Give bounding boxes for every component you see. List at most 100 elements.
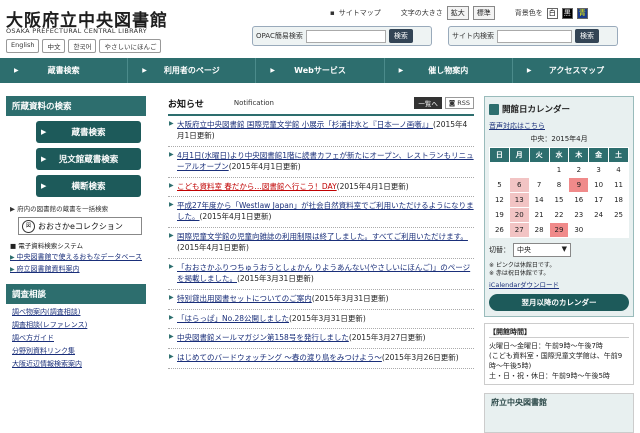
calendar-grid: 日 月 火 水 木 金 土 1 2 3 4 5 6 7 8 9 10 11 12… — [489, 147, 629, 238]
calendar-day: 30 — [568, 222, 590, 238]
lang-korean[interactable]: 한국어 — [68, 39, 97, 53]
calendar-day: 21 — [528, 207, 550, 223]
subject-links-link[interactable]: 分野別資料リンク集 — [12, 346, 146, 356]
calendar-day: 26 — [489, 222, 510, 238]
electronic-resources-label: ■ 電子資料検索システム — [10, 242, 84, 250]
cross-search-button[interactable]: ▶ 横断検索 — [36, 175, 141, 197]
calendar-library-select[interactable]: 中央 ▼ — [513, 243, 571, 257]
calendar-day: 25 — [608, 207, 629, 223]
news-link[interactable]: こども資料室 春だから…図書館へ行こう！DAY — [177, 182, 337, 191]
calendar-box: 開館日カレンダー 音声対応はこちら 中央：2015年4月 日 月 火 水 木 金… — [484, 96, 634, 317]
opening-hours-weekday: 火曜日～金曜日：午前9時～午後7時 — [489, 341, 603, 350]
database-link[interactable]: ▶ 中央図書館で使えるおもなデータベース — [10, 253, 146, 262]
news-date: (2015年4月1日更新) — [177, 243, 249, 252]
news-link[interactable]: 4月1日(水曜日)より中央図書館1階に読書カフェが新たにオープン、レストランもリ… — [177, 151, 474, 171]
audio-calendar-link[interactable]: 音声対応はこちら — [485, 121, 633, 131]
next-months-calendar-button[interactable]: 翌月以降のカレンダー — [489, 293, 629, 311]
news-link[interactable]: 中央図書館メールマガジン第158号を発行しました — [177, 333, 349, 342]
research-guide-link[interactable]: 調べ物案内(調査相談) — [12, 307, 146, 317]
library-banner[interactable]: 府立中央図書館 — [484, 393, 634, 433]
news-date: (2015年4月1日更新) — [199, 212, 272, 222]
bg-black-button[interactable]: 黒 — [561, 7, 573, 19]
chevron-right-icon: ▶ — [41, 182, 47, 190]
calendar-day: 8 — [548, 177, 570, 193]
reference-heading: 調査相談 — [6, 283, 146, 304]
right-sidebar: 開館日カレンダー 音声対応はこちら 中央：2015年4月 日 月 火 水 木 金… — [484, 96, 634, 433]
calendar-day: 22 — [548, 207, 570, 223]
chevron-right-icon: ▶ — [41, 155, 47, 163]
main-nav: ▶ 蔵書検索 ▶ 利用者のページ ▶ Webサービス ▶ 催し物案内 ▶ アクセスマップ — [0, 58, 640, 83]
nav-user-page[interactable]: ▶ 利用者のページ — [128, 58, 257, 83]
news-link[interactable]: 特別貸出用図書セットについてのご案内 — [177, 294, 312, 303]
bullet-icon: ▶ — [169, 313, 174, 321]
lang-easy-japanese[interactable]: やさしいにほんご — [99, 39, 162, 53]
bg-blue-button[interactable]: 青 — [576, 7, 588, 19]
news-link[interactable]: 「はらっぱ」No.28公開しました — [177, 314, 289, 323]
children-library-search-button[interactable]: ▶ 児文館蔵書検索 — [36, 148, 141, 170]
chevron-right-icon: ▶ — [14, 67, 19, 74]
text-standard-button[interactable]: 標準 — [472, 6, 495, 20]
materials-guide-link[interactable]: ▶ 府立図書館資料案内 — [10, 265, 146, 274]
calendar-day — [608, 222, 629, 238]
news-date: (2015年3月27日更新) — [348, 333, 426, 343]
calendar-day — [588, 222, 610, 238]
catalog-search-button[interactable]: ▶ 蔵書検索 — [36, 121, 141, 143]
news-date: (2015年3月31日更新) — [289, 313, 366, 323]
calendar-day-closed: 20 — [508, 207, 530, 223]
calendar-day: 15 — [548, 192, 570, 208]
opac-search-input[interactable] — [305, 29, 386, 43]
news-link[interactable]: 国際児童文学館の児童向雑誌の利用制限は終了しました。すべてご利用いただけます。 — [177, 232, 468, 241]
bg-white-button[interactable]: 白 — [546, 7, 558, 19]
news-date: (2015年3月31日更新) — [311, 293, 389, 303]
calendar-day: 3 — [588, 162, 610, 178]
nav-access-map[interactable]: ▶ アクセスマップ — [513, 58, 640, 83]
news-item: ▶ 平成27年度から「Westlaw Japan」が社会自然資料室でご利用いただけ… — [168, 197, 474, 229]
bullet-icon: ▶ — [169, 293, 174, 301]
library-seal-icon: 図 — [22, 219, 35, 233]
site-search-button[interactable]: 検索 — [575, 29, 599, 43]
site-search-input[interactable] — [497, 29, 572, 43]
news-section: お知らせ Notification 一覧へ ◙ RSS ▶ 大阪府立中央図書館 国… — [168, 96, 474, 370]
calendar-day: 11 — [608, 177, 629, 193]
news-item: ▶ こども資料室 春だから…図書館へ行こう！DAY(2015年4月1日更新) — [168, 178, 474, 198]
bg-color-label: 背景色を — [514, 9, 543, 17]
calendar-day: 12 — [489, 192, 510, 208]
icalendar-download-link[interactable]: iCalendarダウンロード — [485, 279, 633, 289]
nav-events[interactable]: ▶ 催し物案内 — [385, 58, 513, 83]
news-item: ▶ 特別貸出用図書セットについてのご案内(2015年3月31日更新) — [168, 290, 474, 310]
lang-english[interactable]: English — [6, 39, 40, 53]
bullet-icon: ▶ — [169, 232, 174, 240]
calendar-day: 19 — [489, 207, 510, 223]
calendar-day: 16 — [568, 192, 590, 208]
text-enlarge-button[interactable]: 拡大 — [446, 6, 469, 20]
ecollection-banner[interactable]: 図おおさかeコレクション — [18, 217, 142, 235]
lang-chinese[interactable]: 中文 — [42, 39, 66, 53]
calendar-switch: 切替： 中央 ▼ — [485, 238, 633, 262]
news-date: (2015年4月1日更新) — [336, 181, 409, 191]
calendar-day: 1 — [548, 162, 570, 178]
news-list-button[interactable]: 一覧へ — [414, 97, 442, 109]
rss-button[interactable]: ◙ RSS — [444, 97, 474, 109]
weekday-header: 火 — [528, 147, 550, 163]
bullet-icon: ▶ — [169, 353, 174, 361]
calendar-day-closed: 27 — [508, 222, 530, 238]
reference-consult-link[interactable]: 調査相談(レファレンス) — [12, 320, 146, 330]
calendar-day: 24 — [588, 207, 610, 223]
bullet-icon: ▶ — [169, 333, 174, 341]
news-link[interactable]: はじめてのバードウォッチング ～春の渡り鳥をみつけよう～ — [177, 353, 382, 362]
news-item: ▶ 「おおさかふりつちゅうおうとしょかん りようあんない(やさしいにほんご)」のペ… — [168, 259, 474, 290]
howto-guide-link[interactable]: 調べ方ガイド — [12, 333, 146, 343]
nav-catalog-search[interactable]: ▶ 蔵書検索 — [0, 58, 129, 83]
sitemap-link[interactable]: サイトマップ — [339, 8, 381, 18]
calendar-day-holiday: 29 — [548, 222, 570, 238]
news-link[interactable]: 「おおさかふりつちゅうおうとしょかん りようあんない(やさしいにほんご)」のペー… — [177, 263, 470, 283]
osaka-info-link[interactable]: 大阪近辺情報検索案内 — [12, 359, 146, 369]
bullet-icon: ▶ — [169, 262, 174, 270]
nav-web-services[interactable]: ▶ Webサービス — [256, 58, 385, 83]
language-switcher: English 中文 한국어 やさしいにほんご — [6, 39, 162, 53]
news-link[interactable]: 大阪府立中央図書館 国際児童文学館 小展示「杉浦非水と『日本一ノ画噺』」 — [177, 120, 433, 129]
news-item: ▶ はじめてのバードウォッチング ～春の渡り鳥をみつけよう～(2015年3月26日… — [168, 349, 474, 370]
news-title-english: Notification — [233, 99, 274, 107]
opac-search-button[interactable]: 検索 — [388, 29, 413, 43]
opening-hours: 【開館時間】 火曜日～金曜日：午前9時～午後7時 (こども資料室・国際児童文学館… — [484, 322, 634, 386]
